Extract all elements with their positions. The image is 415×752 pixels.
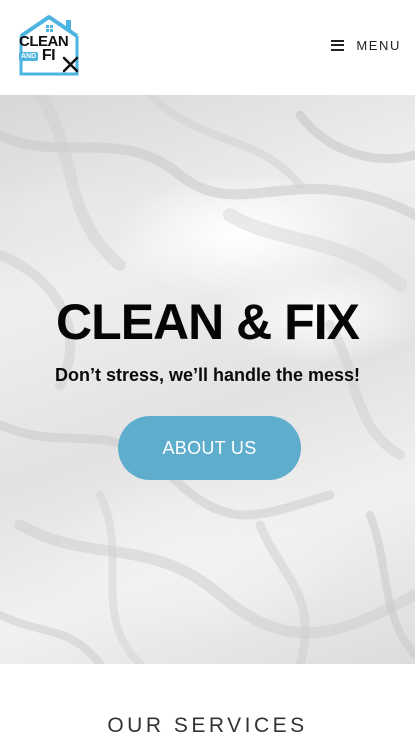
logo-wordmark: CLEAN AND FI xyxy=(19,34,69,64)
services-section: OUR SERVICES xyxy=(0,664,415,752)
site-header: CLEAN AND FI MENU xyxy=(0,0,415,95)
menu-button[interactable]: MENU xyxy=(331,36,401,54)
menu-label: MENU xyxy=(356,37,401,53)
services-heading: OUR SERVICES xyxy=(107,714,308,737)
about-us-button[interactable]: ABOUT US xyxy=(118,416,301,480)
hamburger-icon xyxy=(331,39,345,51)
hero-subtitle: Don’t stress, we’ll handle the mess! xyxy=(54,365,361,385)
clean-and-fix-logo[interactable]: CLEAN AND FI xyxy=(17,14,81,78)
hero-title: CLEAN & FIX xyxy=(56,294,360,350)
hero-section: CLEAN & FIX Don’t stress, we’ll handle t… xyxy=(0,95,415,664)
logo-line-fix: FI xyxy=(41,47,56,64)
logo-and-badge: AND xyxy=(19,51,39,61)
